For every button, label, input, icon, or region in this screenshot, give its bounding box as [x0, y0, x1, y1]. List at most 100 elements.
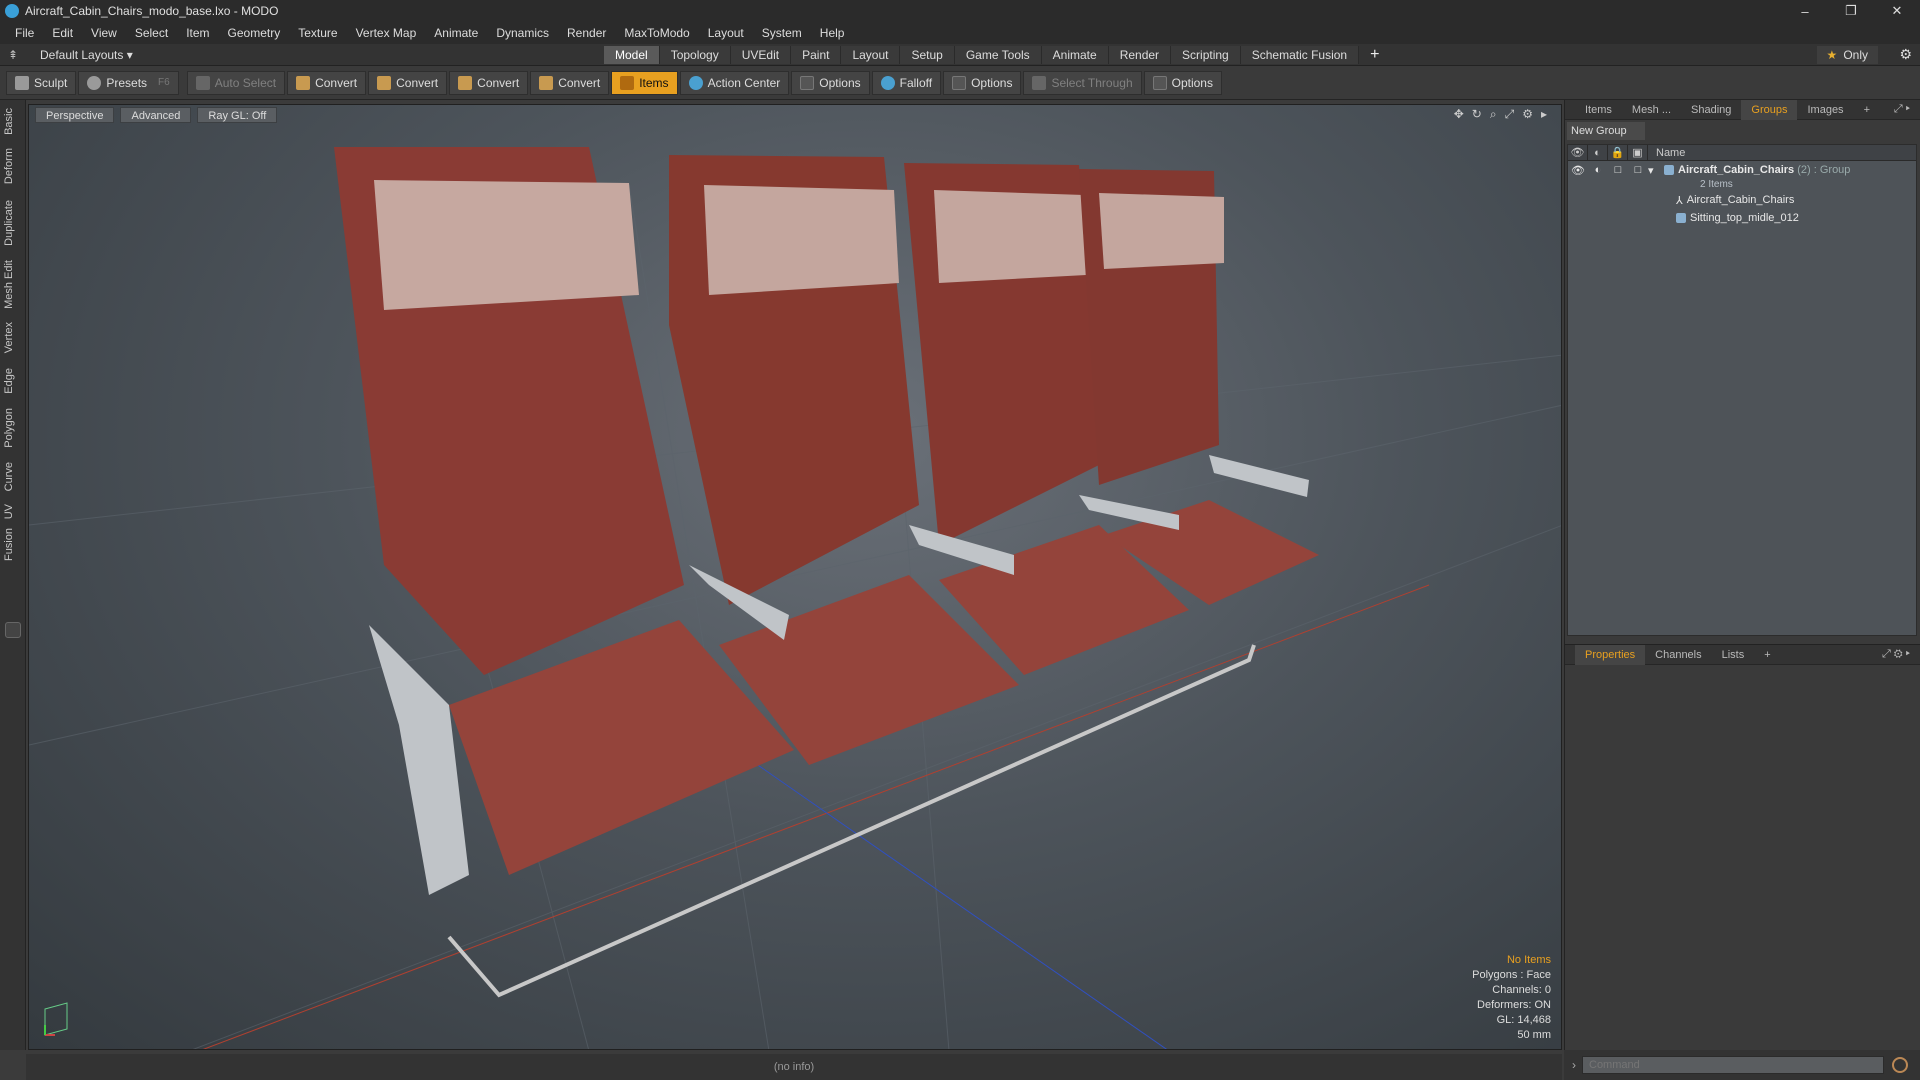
props-expand-icon[interactable]: ⤢ ⚙ ▸	[1872, 648, 1920, 661]
expand-panel-icon[interactable]: ⤢ ▸	[1884, 103, 1920, 116]
command-input[interactable]	[1582, 1056, 1884, 1074]
render-toggle-icon[interactable]: ◐	[1588, 164, 1608, 176]
rotate-icon[interactable]: ↻	[1472, 107, 1482, 122]
menu-edit[interactable]: Edit	[43, 26, 82, 40]
tab-deform[interactable]: Deform	[3, 148, 15, 184]
visibility-column-icon[interactable]: 👁	[1568, 144, 1588, 161]
tab-polygon[interactable]: Polygon	[3, 408, 15, 448]
layout-toggle-icon[interactable]: ⇞	[8, 48, 22, 62]
record-macro-icon[interactable]	[1892, 1057, 1908, 1073]
raygl-button[interactable]: Ray GL: Off	[197, 107, 278, 123]
menu-system[interactable]: System	[753, 26, 811, 40]
close-button[interactable]: ✕	[1874, 0, 1920, 22]
menu-dynamics[interactable]: Dynamics	[487, 26, 558, 40]
menu-layout[interactable]: Layout	[699, 26, 753, 40]
tab-paint[interactable]: Paint	[791, 46, 842, 64]
render-column-icon[interactable]: ◐	[1588, 144, 1608, 161]
menu-view[interactable]: View	[82, 26, 126, 40]
menu-vertex-map[interactable]: Vertex Map	[347, 26, 426, 40]
menu-select[interactable]: Select	[126, 26, 177, 40]
tab-schematic-fusion[interactable]: Schematic Fusion	[1240, 46, 1360, 64]
falloff-options-button[interactable]: Options	[943, 70, 1022, 95]
convert-items-button[interactable]: Convert	[530, 70, 610, 95]
tab-duplicate[interactable]: Duplicate	[3, 200, 15, 246]
new-group-button[interactable]: New Group	[1567, 122, 1645, 140]
tab-vertex[interactable]: Vertex	[3, 322, 15, 353]
default-layouts-dropdown[interactable]: Default Layouts ▾	[40, 48, 133, 62]
tab-shading[interactable]: Shading	[1681, 104, 1741, 116]
tab-mesh-edit[interactable]: Mesh Edit	[3, 260, 15, 309]
action-center-options-button[interactable]: Options	[791, 70, 870, 95]
tab-images[interactable]: Images	[1797, 104, 1853, 116]
options-label: Options	[1171, 75, 1213, 90]
pan-icon[interactable]: ✥	[1454, 107, 1464, 122]
collapse-arrow-icon[interactable]: ▾	[1648, 164, 1664, 177]
group-row[interactable]: 👁 ◐ □ □ ▾ Aircraft_Cabin_Chairs (2) : Gr…	[1568, 161, 1916, 179]
menu-file[interactable]: File	[6, 26, 43, 40]
menu-geometry[interactable]: Geometry	[219, 26, 290, 40]
falloff-button[interactable]: Falloff	[871, 70, 942, 95]
expand-toolbox-button[interactable]	[5, 622, 21, 638]
menu-maxtomodo[interactable]: MaxToModo	[615, 26, 698, 40]
tab-properties[interactable]: Properties	[1575, 644, 1646, 665]
tab-uv[interactable]: UV	[3, 504, 15, 519]
add-props-tab-button[interactable]: +	[1754, 649, 1780, 661]
eye-icon[interactable]: 👁	[1568, 164, 1588, 177]
gear-icon[interactable]: ⚙	[1899, 46, 1912, 63]
zoom-icon[interactable]: ⌕	[1490, 107, 1497, 122]
tab-setup[interactable]: Setup	[900, 46, 955, 64]
list-item[interactable]: Sitting_top_midle_012	[1568, 209, 1916, 227]
tab-channels[interactable]: Channels	[1645, 649, 1711, 661]
list-item[interactable]: ⅄ Aircraft_Cabin_Chairs	[1568, 191, 1916, 209]
select-through-button[interactable]: Select Through	[1023, 70, 1142, 95]
polygons-label: Polygons : Face	[1472, 969, 1551, 981]
convert-vertices-button[interactable]: Convert	[287, 70, 367, 95]
menu-animate[interactable]: Animate	[425, 26, 487, 40]
name-column-header[interactable]: Name	[1648, 147, 1685, 159]
tab-topology[interactable]: Topology	[659, 46, 731, 64]
sculpt-button[interactable]: Sculpt	[6, 70, 77, 95]
minimize-button[interactable]: –	[1782, 0, 1828, 22]
tab-scripting[interactable]: Scripting	[1171, 46, 1241, 64]
auto-select-button[interactable]: Auto Select	[186, 70, 286, 95]
tab-edge[interactable]: Edge	[3, 368, 15, 394]
tab-basic[interactable]: Basic	[3, 108, 15, 135]
3d-viewport[interactable]: Perspective Advanced Ray GL: Off ✥ ↻ ⌕ ⤢…	[28, 104, 1562, 1050]
presets-button[interactable]: Presets F6	[78, 70, 179, 95]
viewport-menu-arrow-icon[interactable]: ▸	[1541, 107, 1547, 122]
convert-edges-button[interactable]: Convert	[368, 70, 448, 95]
tab-render[interactable]: Render	[1108, 46, 1172, 64]
menu-render[interactable]: Render	[558, 26, 615, 40]
tab-mesh[interactable]: Mesh ...	[1622, 104, 1681, 116]
maximize-button[interactable]: ❐	[1828, 0, 1874, 22]
tab-fusion[interactable]: Fusion	[3, 528, 15, 561]
convert-polygons-button[interactable]: Convert	[449, 70, 529, 95]
tab-model[interactable]: Model	[604, 46, 660, 64]
advanced-shading-button[interactable]: Advanced	[120, 107, 192, 123]
tab-groups[interactable]: Groups	[1741, 99, 1798, 120]
viewport-gear-icon[interactable]: ⚙	[1522, 107, 1533, 122]
tab-animate[interactable]: Animate	[1041, 46, 1109, 64]
tab-game-tools[interactable]: Game Tools	[954, 46, 1042, 64]
menu-item[interactable]: Item	[177, 26, 218, 40]
select-toggle-icon[interactable]: □	[1628, 164, 1648, 176]
menu-texture[interactable]: Texture	[289, 26, 346, 40]
add-tab-button[interactable]: +	[1359, 46, 1390, 64]
items-mode-button[interactable]: Items	[611, 70, 678, 95]
tab-layout[interactable]: Layout	[841, 46, 901, 64]
lock-toggle-icon[interactable]: □	[1608, 164, 1628, 176]
select-column-icon[interactable]: ▣	[1628, 144, 1648, 161]
lock-column-icon[interactable]: 🔒	[1608, 144, 1628, 161]
tab-uvedit[interactable]: UVEdit	[730, 46, 792, 64]
perspective-view-button[interactable]: Perspective	[35, 107, 115, 123]
select-options-button[interactable]: Options	[1143, 70, 1222, 95]
properties-panel: Properties Channels Lists + ⤢ ⚙ ▸	[1564, 644, 1920, 1050]
tab-curve[interactable]: Curve	[3, 462, 15, 491]
tab-items[interactable]: Items	[1575, 104, 1622, 116]
fit-icon[interactable]: ⤢	[1505, 107, 1515, 122]
tab-lists[interactable]: Lists	[1712, 649, 1755, 661]
add-panel-tab-button[interactable]: +	[1854, 104, 1880, 116]
menu-help[interactable]: Help	[811, 26, 854, 40]
action-center-button[interactable]: Action Center	[679, 70, 790, 95]
only-button[interactable]: ★ Only	[1816, 46, 1878, 64]
